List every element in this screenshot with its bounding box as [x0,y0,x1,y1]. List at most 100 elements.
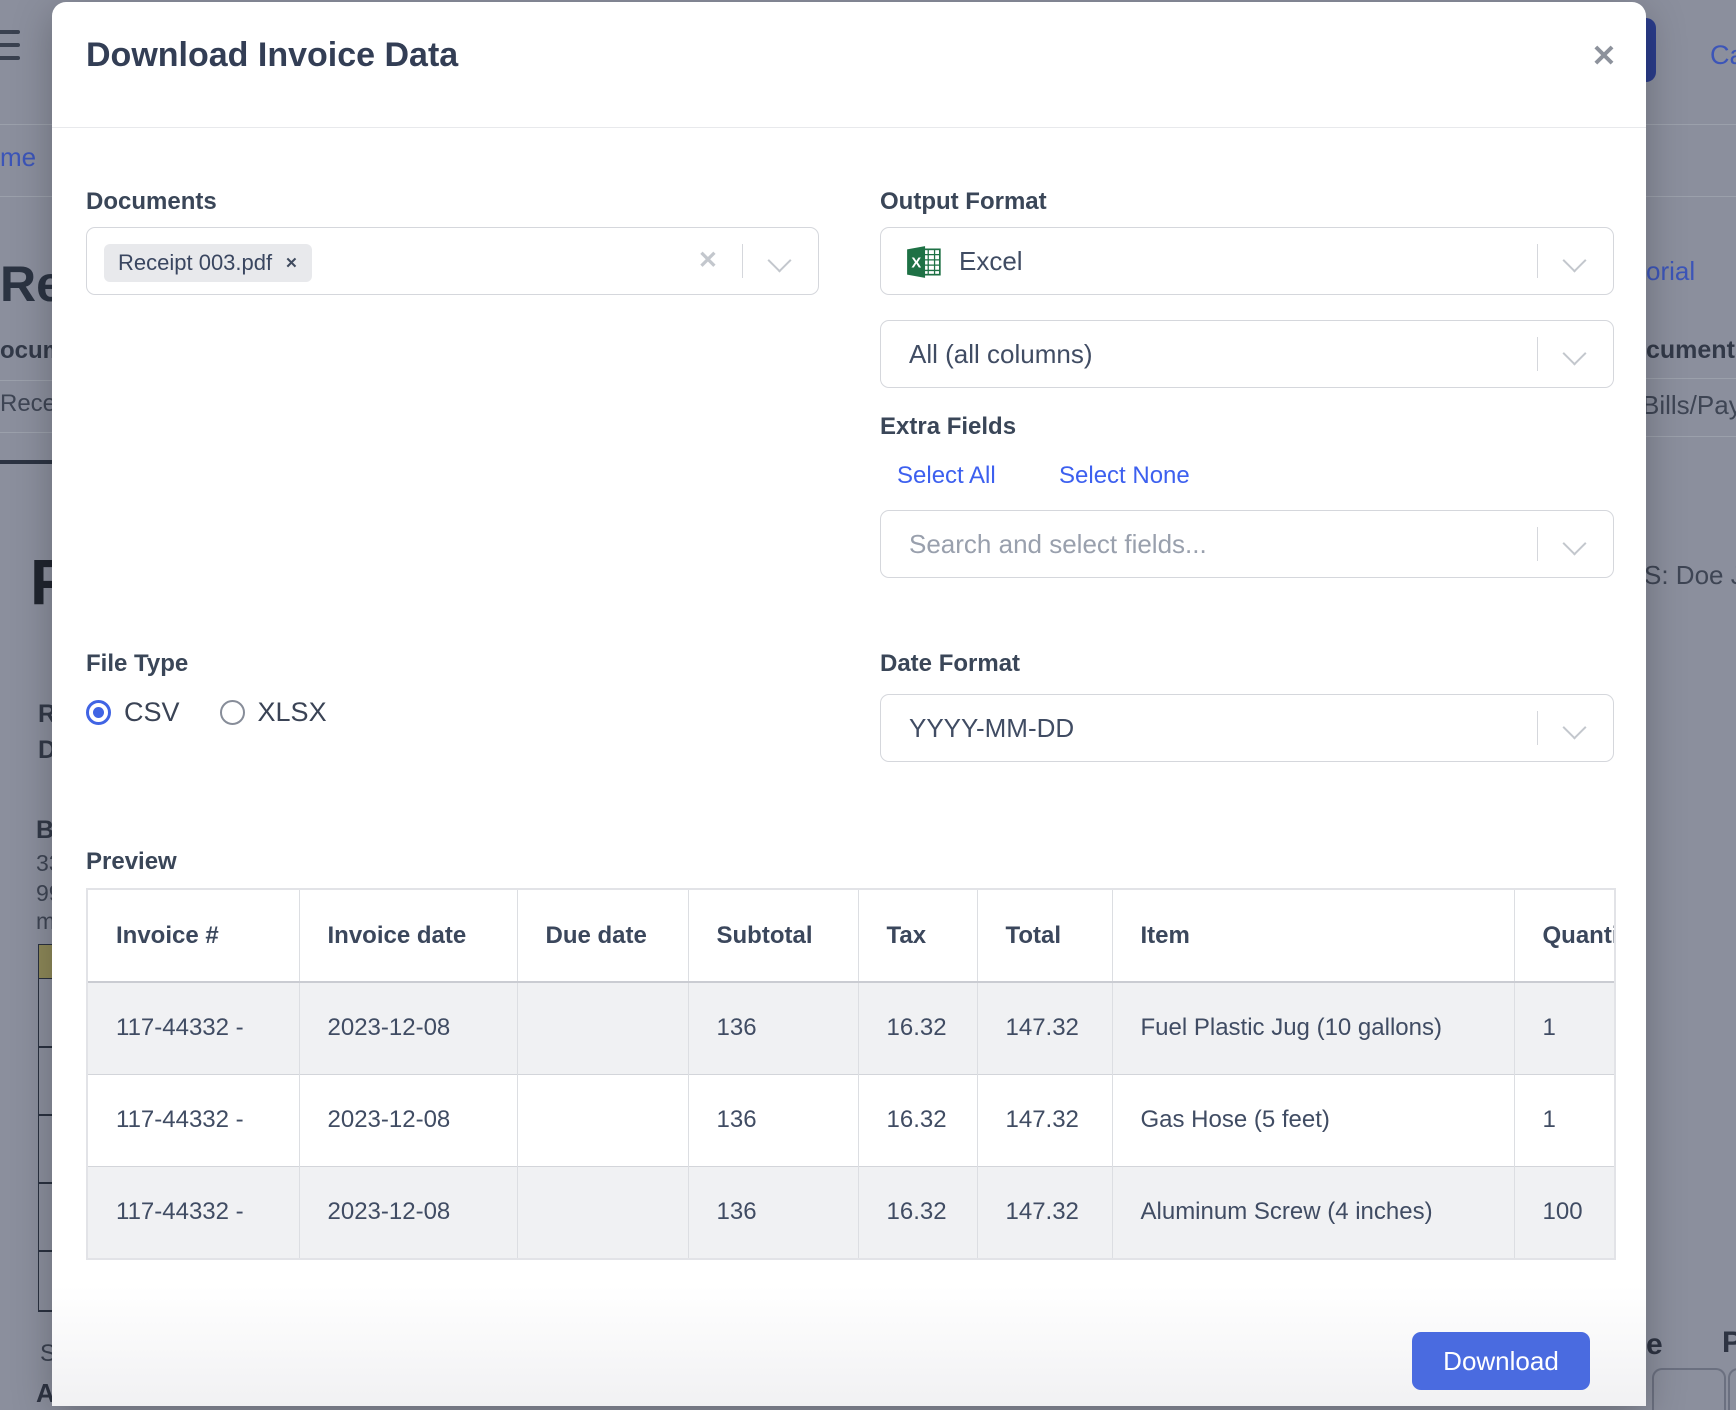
chevron-down-icon[interactable] [767,248,791,272]
table-header-row: Invoice #Invoice dateDue dateSubtotalTax… [88,890,1616,982]
table-cell [517,982,688,1074]
divider [742,244,743,278]
divider [1537,244,1538,278]
modal-title: Download Invoice Data [86,36,458,75]
chevron-down-icon[interactable] [1562,248,1586,272]
chevron-down-icon[interactable] [1562,341,1586,365]
table-cell: 147.32 [977,982,1112,1074]
table-cell: 2023-12-08 [299,1166,517,1258]
table-cell: 117-44332 - [88,1074,299,1166]
table-cell: 136 [688,1166,858,1258]
divider [1537,711,1538,745]
radio-csv[interactable] [86,700,111,725]
documents-label: Documents [86,188,217,216]
output-format-value: Excel [959,228,1023,294]
extra-fields-label: Extra Fields [880,413,1016,441]
table-cell: 16.32 [858,1074,977,1166]
divider [1646,378,1736,379]
divider [0,124,52,125]
table-row: 117-44332 -2023-12-08 13616.32147.32Fuel … [88,982,1616,1074]
date-format-select[interactable]: YYYY-MM-DD [880,694,1614,762]
table-cell [517,1074,688,1166]
table-cell: Aluminum Screw (4 inches) [1112,1166,1514,1258]
table-header-cell: Invoice # [88,890,299,982]
divider [0,196,52,197]
divider [1537,527,1538,561]
table-cell: 16.32 [858,1166,977,1258]
table-cell: 117-44332 - [88,982,299,1074]
background-column-fragment: P [1722,1326,1736,1360]
download-invoice-data-modal: Download Invoice Data ✕ Documents Receip… [52,2,1646,1406]
table-header-cell: Item [1112,890,1514,982]
table-cell: 136 [688,982,858,1074]
output-format-label: Output Format [880,188,1047,216]
radio-csv-label[interactable]: CSV [124,697,180,728]
table-cell: 147.32 [977,1166,1112,1258]
table-cell: 2023-12-08 [299,982,517,1074]
background-column-fragment: e [1646,1328,1663,1362]
divider [52,127,1646,128]
table-cell: 2023-12-08 [299,1074,517,1166]
table-cell: 16.32 [858,982,977,1074]
file-type-radio-group: CSV XLSX [86,697,367,728]
table-header-cell: Total [977,890,1112,982]
file-type-label: File Type [86,650,188,678]
table-header-cell: Tax [858,890,977,982]
clear-icon[interactable]: ✕ [698,228,718,294]
radio-xlsx[interactable] [220,700,245,725]
chevron-down-icon[interactable] [1562,531,1586,555]
svg-text:X: X [911,255,921,271]
table-row: 117-44332 -2023-12-08 13616.32147.32Gas H… [88,1074,1616,1166]
table-header-cell: Invoice date [299,890,517,982]
divider [0,432,52,433]
divider [0,380,52,381]
tag-remove-icon[interactable]: ✕ [285,254,298,272]
background-billspay-fragment: Bills/Pay [1642,390,1736,421]
background-documents-heading-fragment: cuments [1646,336,1736,365]
date-format-label: Date Format [880,650,1020,678]
table-cell: 117-44332 - [88,1166,299,1258]
background-input-fragment [1652,1368,1726,1410]
radio-xlsx-label[interactable]: XLSX [258,697,327,728]
background-tab-underline [0,460,52,464]
table-cell: 1 [1514,982,1616,1074]
table-cell [517,1166,688,1258]
table-cell: 136 [688,1074,858,1166]
chevron-down-icon[interactable] [1562,715,1586,739]
modal-footer [52,1286,1646,1406]
documents-select[interactable]: Receipt 003.pdf ✕ ✕ [86,227,819,295]
table-cell: 147.32 [977,1074,1112,1166]
table-cell: Gas Hose (5 feet) [1112,1074,1514,1166]
hamburger-menu-icon[interactable] [0,30,20,69]
divider [1537,337,1538,371]
table-cell: Fuel Plastic Jug (10 gallons) [1112,982,1514,1074]
home-link-fragment[interactable]: me [0,142,36,173]
table-row: 117-44332 -2023-12-08 13616.32147.32Alumi… [88,1166,1616,1258]
table-cell: 1 [1514,1074,1616,1166]
table-cell: 100 [1514,1166,1616,1258]
document-tag-label: Receipt 003.pdf [118,250,272,276]
tutorial-link-fragment[interactable]: orial [1646,256,1695,287]
select-none-link[interactable]: Select None [1059,462,1190,490]
close-icon[interactable]: ✕ [1582,34,1626,78]
preview-table: Invoice #Invoice dateDue dateSubtotalTax… [86,888,1616,1260]
date-format-value: YYYY-MM-DD [909,695,1074,761]
background-items-person-fragment: S: Doe J [1644,560,1736,591]
document-tag: Receipt 003.pdf ✕ [104,244,312,282]
divider [1646,124,1736,125]
excel-icon: X [905,244,943,280]
output-format-select[interactable]: X Excel [880,227,1614,295]
download-button[interactable]: Download [1412,1332,1590,1390]
fields-search-placeholder: Search and select fields... [909,511,1207,577]
columns-select[interactable]: All (all columns) [880,320,1614,388]
background-input-fragment [1728,1368,1736,1410]
table-header-cell: Quantity [1514,890,1616,982]
divider [1646,436,1736,437]
select-all-link[interactable]: Select All [897,462,996,490]
table-header-cell: Subtotal [688,890,858,982]
fields-search-select[interactable]: Search and select fields... [880,510,1614,578]
preview-label: Preview [86,848,177,876]
columns-select-value: All (all columns) [909,321,1093,387]
table-header-cell: Due date [517,890,688,982]
cancel-link-fragment[interactable]: Ca [1710,40,1736,71]
